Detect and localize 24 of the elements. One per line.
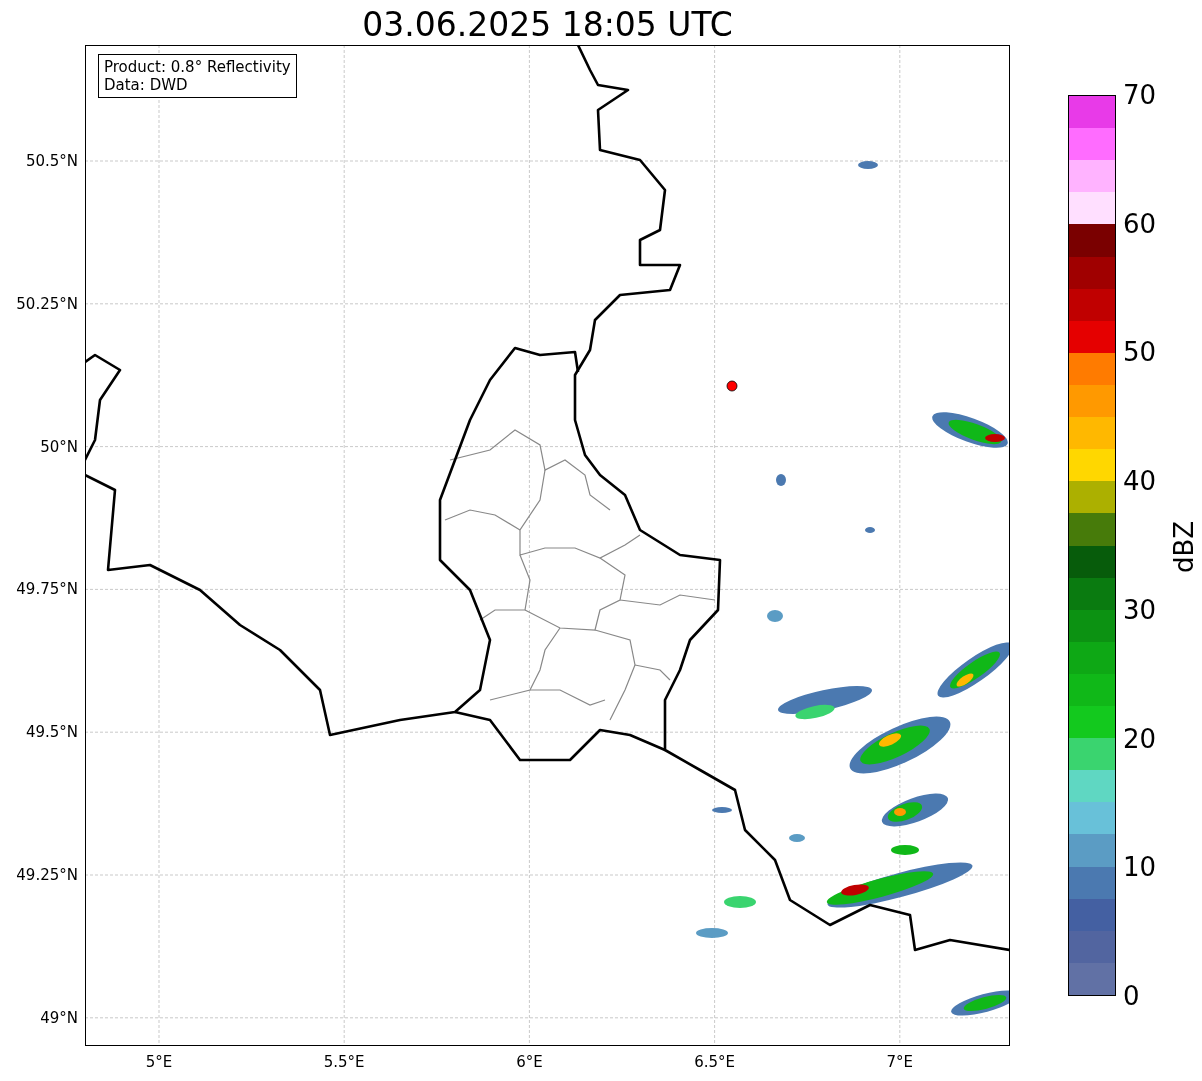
legend-text: Data: DWD (104, 76, 189, 94)
axis-tick-label: 50°N (40, 436, 78, 457)
colorbar-tick-label: 70 (1123, 79, 1157, 112)
colorbar-tick-label: 20 (1123, 722, 1157, 756)
colorbar-label: dBZ (1168, 520, 1201, 574)
colorbar-tick-label: 0 (1123, 980, 1140, 1013)
axis-tick-label: 6.5°E (693, 1052, 736, 1072)
colorbar-tick-label: 50 (1123, 336, 1157, 370)
colorbar-tick-label: 60 (1123, 207, 1157, 241)
axis-tick-label: 6°E (515, 1052, 544, 1072)
axis-tick-label: 5°E (144, 1052, 174, 1072)
colorbar-tick-label: 10 (1123, 851, 1157, 885)
colorbar-tick-label: 40 (1123, 465, 1157, 499)
axis-tick-label: 50.5°N (25, 151, 78, 171)
axis-tick-label: 49.75°N (16, 579, 78, 600)
axis-tick-label: 49°N (40, 1007, 78, 1028)
axis-tick-label: 50.25°N (16, 293, 78, 314)
colorbar-tick-label: 30 (1123, 593, 1157, 627)
axis-tick-label: 5.5°E (322, 1052, 366, 1072)
axis-tick-label: 49.5°N (25, 722, 78, 743)
axis-tick-label: 49.25°N (16, 865, 78, 885)
chart-title: 03.06.2025 18:05 UTC (361, 4, 734, 46)
axis-tick-label: 7°E (885, 1052, 915, 1072)
legend-text: Product: 0.8° Reflectivity (104, 58, 291, 76)
